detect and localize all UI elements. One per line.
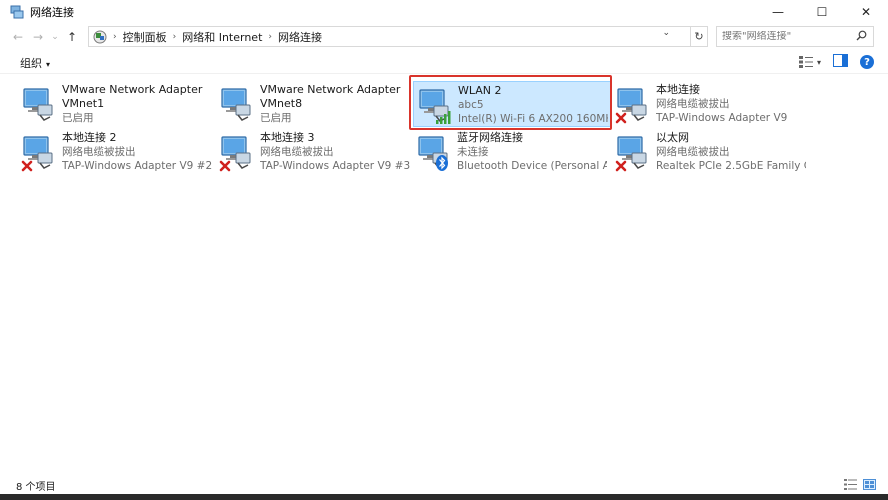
breadcrumb-control-panel[interactable]: 控制面板 xyxy=(123,29,167,45)
view-icon xyxy=(798,56,813,68)
connection-text: VMware Network Adapter VMnet8 已启用 xyxy=(260,83,410,127)
organize-button[interactable]: 组织 ▾ xyxy=(20,55,50,71)
address-bar[interactable]: › 控制面板 › 网络和 Internet › 网络连接 ⌄ xyxy=(88,26,691,47)
connection-item[interactable]: 本地连接 3 网络电缆被拔出 TAP-Windows Adapter V9 #3 xyxy=(216,129,414,175)
window-bottom-edge xyxy=(0,494,888,500)
connection-name: 本地连接 xyxy=(656,83,700,96)
connection-detail: VMnet1 xyxy=(62,97,105,110)
connection-device: 已启用 xyxy=(260,112,292,124)
minimize-button[interactable]: — xyxy=(756,0,800,24)
connection-item[interactable]: 本地连接 2 网络电缆被拔出 TAP-Windows Adapter V9 #2 xyxy=(18,129,216,175)
organize-caret-icon: ▾ xyxy=(46,59,51,69)
details-view-icon xyxy=(844,479,857,490)
bluetooth-adapter-icon xyxy=(415,131,455,173)
connection-name: 以太网 xyxy=(656,131,689,144)
connection-item[interactable]: 蓝牙网络连接 未连接 Bluetooth Device (Personal Ar..… xyxy=(413,129,611,175)
connection-detail: 网络电缆被拔出 xyxy=(656,146,730,158)
address-dropdown-icon[interactable]: ⌄ xyxy=(662,28,670,38)
connection-device: TAP-Windows Adapter V9 #3 xyxy=(260,160,410,172)
connection-name: VMware Network Adapter xyxy=(62,83,203,96)
breadcrumb-separator[interactable]: › xyxy=(268,32,272,42)
breadcrumb-network-internet[interactable]: 网络和 Internet xyxy=(182,29,262,45)
connection-name: VMware Network Adapter xyxy=(260,83,401,96)
connection-text: VMware Network Adapter VMnet1 已启用 xyxy=(62,83,212,127)
control-panel-icon xyxy=(93,30,107,44)
command-bar: 组织 ▾ ▾ ? xyxy=(0,52,888,74)
connection-detail: 网络电缆被拔出 xyxy=(656,98,730,110)
large-icons-view-icon xyxy=(863,479,876,490)
close-button[interactable]: ✕ xyxy=(844,0,888,24)
change-view-button[interactable]: ▾ xyxy=(798,56,821,68)
connection-text: 本地连接 2 网络电缆被拔出 TAP-Windows Adapter V9 #2 xyxy=(62,131,212,175)
connection-detail: 网络电缆被拔出 xyxy=(62,146,136,158)
forward-button[interactable]: → xyxy=(28,26,48,48)
view-caret-icon[interactable]: ▾ xyxy=(817,58,821,67)
connection-item[interactable]: VMware Network Adapter VMnet8 已启用 xyxy=(216,81,414,127)
connection-detail: 网络电缆被拔出 xyxy=(260,146,334,158)
ethernet-disconnected-icon xyxy=(20,131,60,173)
search-box[interactable] xyxy=(716,26,874,47)
connection-name: 本地连接 3 xyxy=(260,131,315,144)
connection-name: 本地连接 2 xyxy=(62,131,117,144)
back-button[interactable]: ← xyxy=(8,26,28,48)
selection-highlight-outline xyxy=(409,75,612,130)
connection-text: 蓝牙网络连接 未连接 Bluetooth Device (Personal Ar..… xyxy=(457,131,607,175)
connection-name: 蓝牙网络连接 xyxy=(457,131,523,144)
connection-device: 已启用 xyxy=(62,112,94,124)
breadcrumb-network-connections[interactable]: 网络连接 xyxy=(278,29,322,45)
connection-device: Realtek PCIe 2.5GbE Family Co... xyxy=(656,160,806,172)
ethernet-disconnected-icon xyxy=(218,131,258,173)
preview-pane-icon xyxy=(833,54,848,67)
connection-text: 本地连接网络电缆被拔出 TAP-Windows Adapter V9 xyxy=(656,83,806,127)
item-count: 8 个项目 xyxy=(16,481,56,493)
maximize-button[interactable]: ☐ xyxy=(800,0,844,24)
connection-text: 以太网网络电缆被拔出 Realtek PCIe 2.5GbE Family Co.… xyxy=(656,131,806,175)
up-button[interactable]: ↑ xyxy=(62,26,82,48)
help-icon[interactable]: ? xyxy=(860,55,874,69)
search-icon[interactable] xyxy=(856,30,867,44)
preview-pane-button[interactable] xyxy=(833,54,848,70)
search-input[interactable] xyxy=(722,31,850,42)
window-title: 网络连接 xyxy=(30,6,74,19)
status-bar: 8 个项目 xyxy=(0,476,888,494)
connection-device: TAP-Windows Adapter V9 xyxy=(656,112,788,124)
details-view-button[interactable] xyxy=(844,479,857,493)
breadcrumb-separator: › xyxy=(113,31,117,42)
connections-view: VMware Network Adapter VMnet1 已启用 VMware Ne… xyxy=(0,75,888,475)
network-connections-icon xyxy=(10,5,24,19)
connection-device: TAP-Windows Adapter V9 #2 xyxy=(62,160,212,172)
title-bar: 网络连接 — ☐ ✕ xyxy=(0,0,888,24)
large-icons-view-button[interactable] xyxy=(863,479,876,493)
ethernet-disconnected-icon xyxy=(614,83,654,125)
connection-detail: VMnet8 xyxy=(260,97,303,110)
connection-item[interactable]: 以太网网络电缆被拔出 Realtek PCIe 2.5GbE Family Co.… xyxy=(612,129,810,175)
recent-locations-button[interactable]: ⌄ xyxy=(48,26,62,48)
connection-device: Bluetooth Device (Personal Ar... xyxy=(457,160,607,172)
connection-item[interactable]: VMware Network Adapter VMnet1 已启用 xyxy=(18,81,216,127)
address-row: ← → ⌄ ↑ › 控制面板 › 网络和 Internet › 网络连接 ⌄ ↻ xyxy=(0,25,888,49)
organize-label: 组织 xyxy=(20,56,42,70)
connection-item[interactable]: 本地连接网络电缆被拔出 TAP-Windows Adapter V9 xyxy=(612,81,810,127)
ethernet-adapter-icon xyxy=(20,83,60,125)
ethernet-adapter-icon xyxy=(218,83,258,125)
connection-text: 本地连接 3 网络电缆被拔出 TAP-Windows Adapter V9 #3 xyxy=(260,131,410,175)
refresh-button[interactable]: ↻ xyxy=(691,26,708,47)
ethernet-disconnected-icon xyxy=(614,131,654,173)
connection-detail: 未连接 xyxy=(457,146,489,158)
breadcrumb-separator[interactable]: › xyxy=(173,32,177,42)
